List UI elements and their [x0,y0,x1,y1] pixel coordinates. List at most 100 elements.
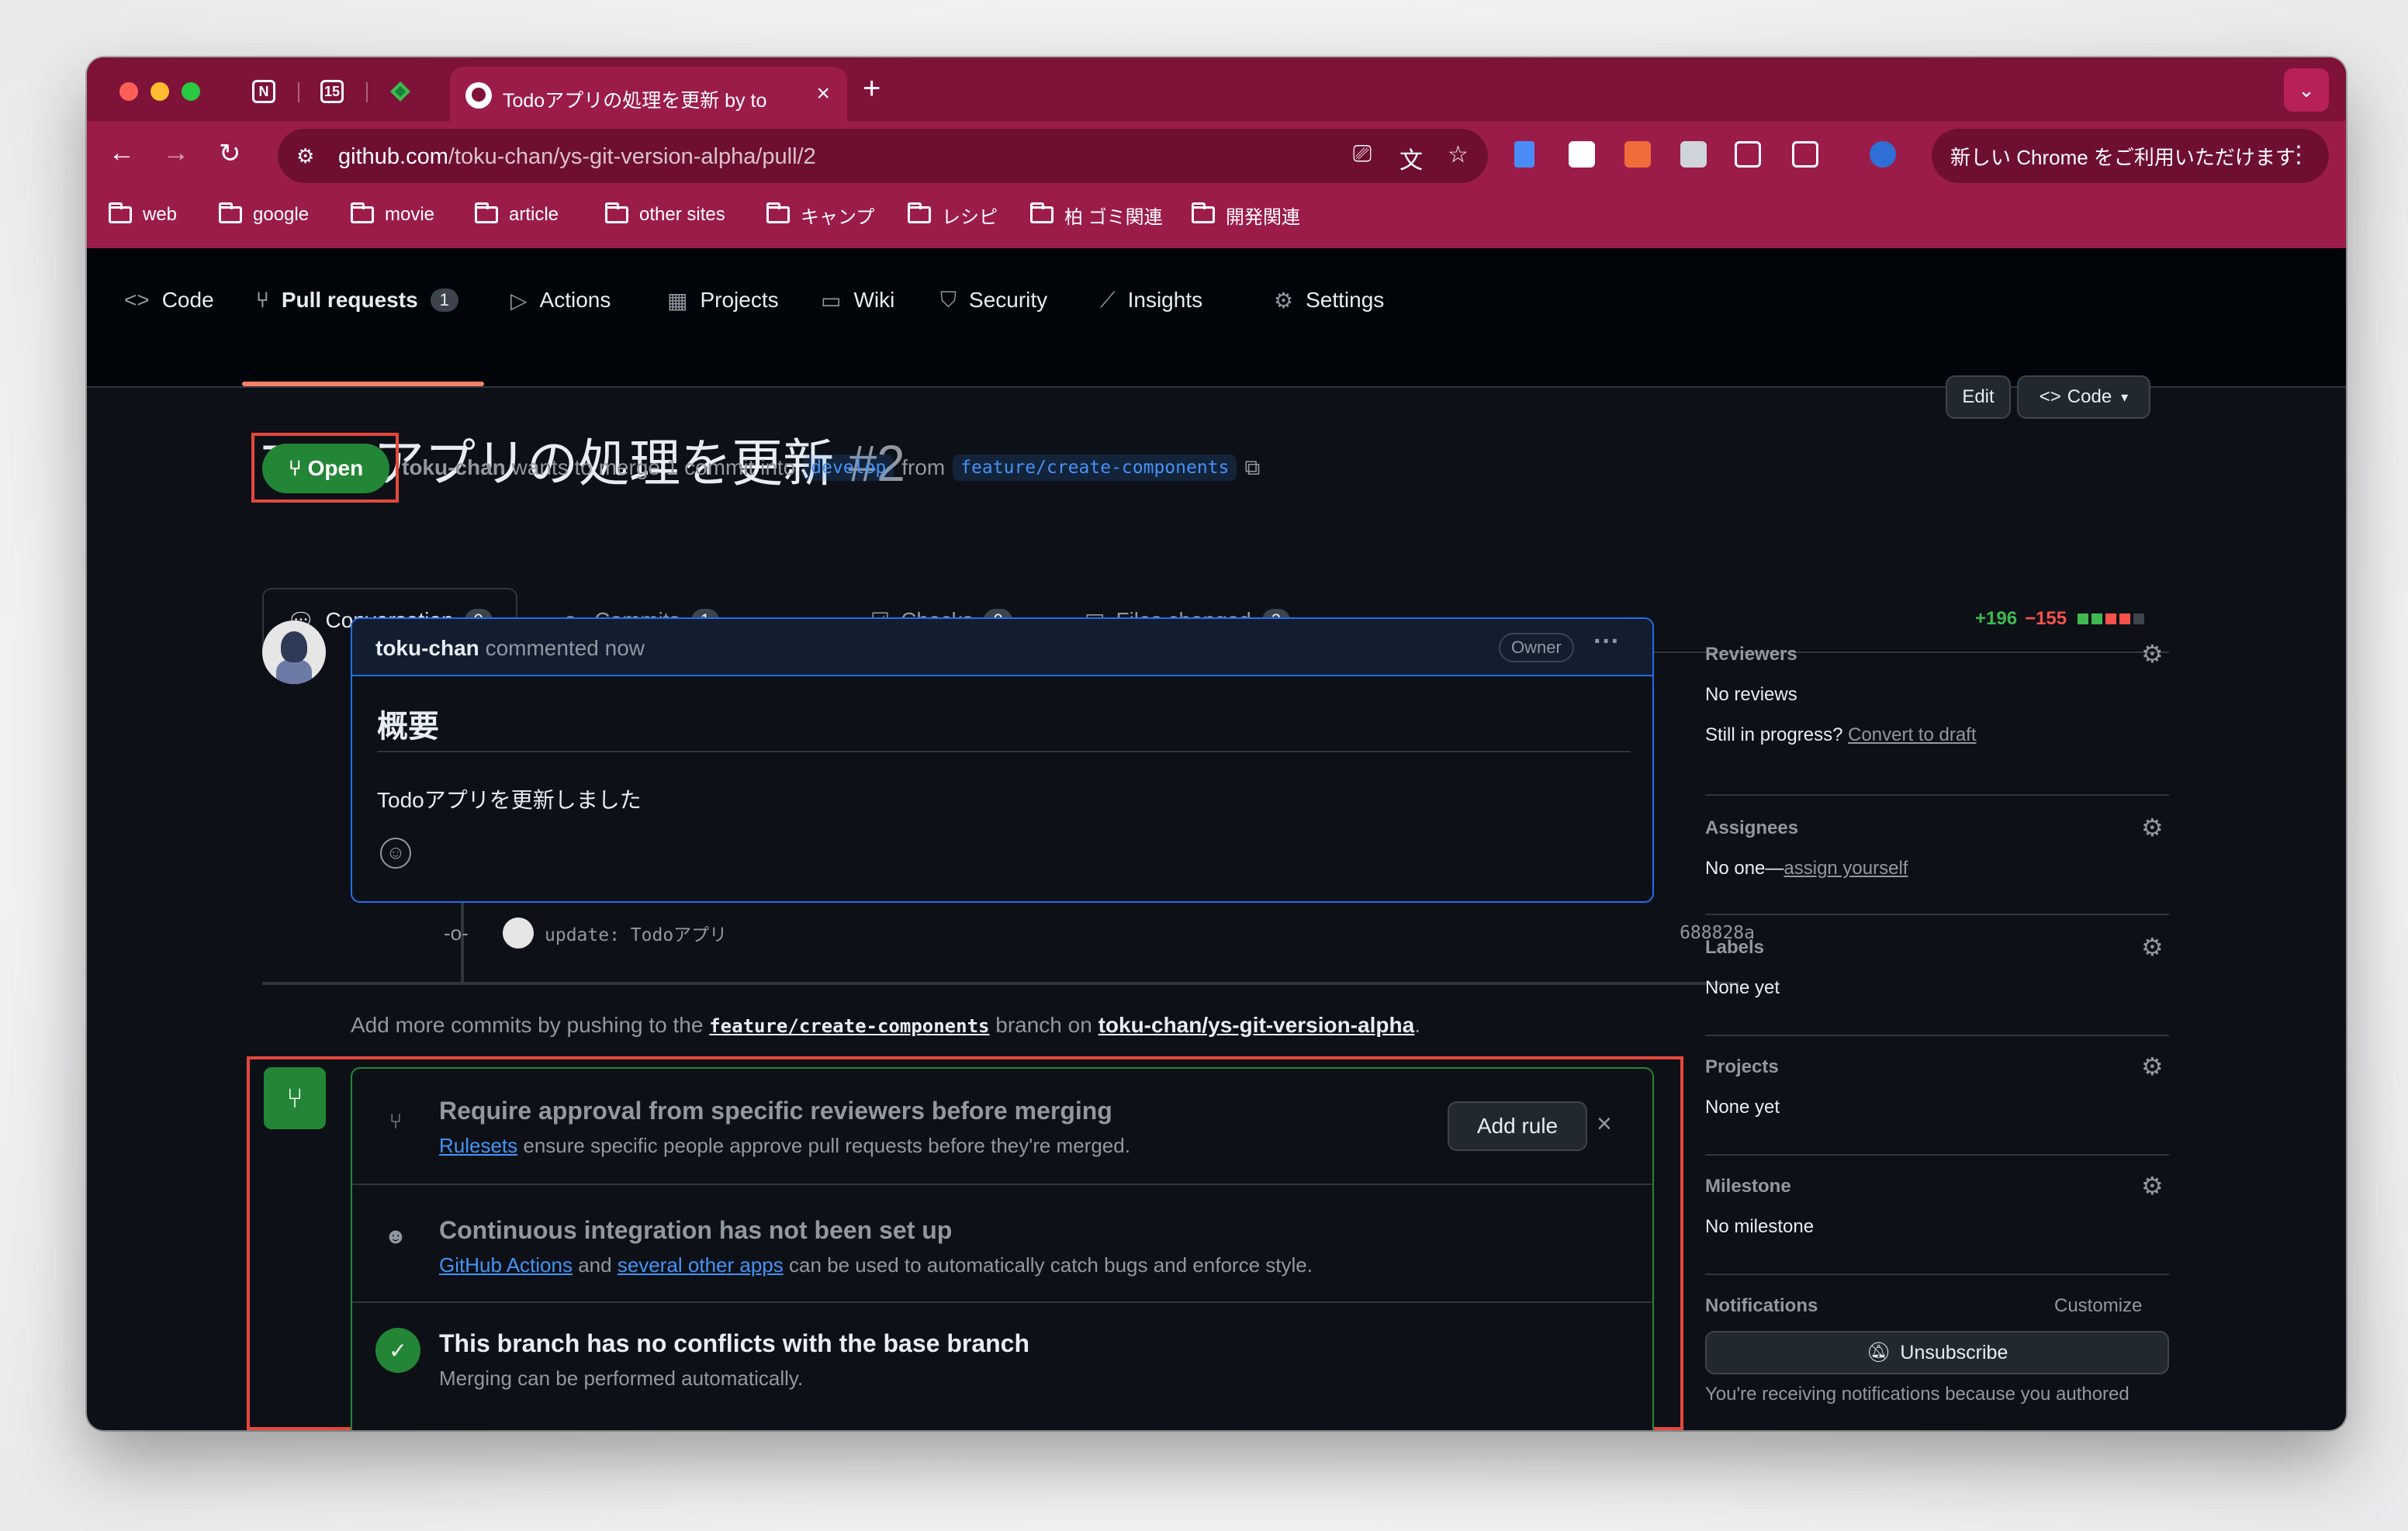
close-window-button[interactable] [119,82,138,101]
extension-icon[interactable] [1569,141,1595,168]
folder-icon [908,202,931,223]
extension-icon[interactable] [1514,141,1534,168]
bookmark-garbage[interactable]: 柏 ゴミ関連 [1030,202,1163,228]
tab-actions[interactable]: ▷ Actions [510,281,611,320]
timeline-divider [262,982,1739,985]
pinned-tab-calendar[interactable]: 15 [315,74,349,109]
tab-code[interactable]: <> Code [124,281,214,320]
extension-icon[interactable] [1624,141,1651,168]
back-button[interactable]: ← [109,138,135,168]
bookmark-web[interactable]: web [109,202,177,228]
active-tab[interactable]: Todoアプリの処理を更新 by tok × [450,67,847,123]
gear-icon[interactable]: ⚙ [2141,1171,2164,1201]
comment-author[interactable]: toku-chan [375,636,479,660]
caret-down-icon: ▾ [2121,389,2129,405]
comment-card: toku-chan commented now Owner ··· 概要 Tod… [351,617,1654,903]
ruleset-section: ⑂ Require approval from specific reviewe… [352,1069,1652,1185]
graph-icon: ⟋ [1100,287,1116,312]
close-icon[interactable]: × [1597,1109,1612,1139]
tab-settings[interactable]: ⚙ Settings [1274,281,1384,320]
avatar [503,918,534,949]
bookmark-movie[interactable]: movie [351,202,434,228]
tab-wiki[interactable]: ▭ Wiki [821,281,894,320]
rulesets-link[interactable]: Rulesets [439,1134,517,1157]
divider [1705,1035,2169,1036]
assign-yourself-link[interactable]: assign yourself [1784,858,1908,879]
chrome-update-button[interactable]: 新しい Chrome をご利用いただけます ⋮ [1932,129,2329,183]
kebab-menu-icon[interactable]: ⋮ [2287,141,2310,168]
diff-bar [2074,613,2145,624]
code-icon: <> [2039,386,2061,407]
customize-link[interactable]: Customize [2054,1295,2142,1317]
conflicts-title: This branch has no conflicts with the ba… [439,1329,1030,1357]
pinned-tab-app[interactable] [383,74,417,109]
gear-icon: ⚙ [1274,288,1294,313]
labels-label: Labels [1705,937,1765,958]
bookmark-recipe[interactable]: レシピ [908,202,998,228]
browser-chrome: N 15 Todoアプリの処理を更新 by tok × + ⌄ ← → ↻ ⚙ … [87,57,2346,248]
milestone-value: No milestone [1705,1216,1815,1237]
author-link[interactable]: toku-chan [402,455,506,480]
puzzle-icon[interactable] [1735,141,1761,168]
translate-icon[interactable]: 文 [1399,141,1423,175]
extension-icon[interactable] [1680,141,1707,168]
chrome-update-label: 新しい Chrome をご利用いただけます [1950,145,2296,169]
branch-link[interactable]: feature/create-components [709,1015,989,1037]
git-branch-icon: ⑂ [389,1109,403,1133]
bookmark-camp[interactable]: キャンプ [766,202,874,228]
unsubscribe-button[interactable]: 🔕︎ Unsubscribe [1705,1331,2169,1374]
notifications-label: Notifications [1705,1295,1818,1316]
divider [1705,794,2169,796]
site-info-icon[interactable]: ⚙ [296,144,314,168]
forward-button[interactable]: → [163,138,189,168]
tab-projects[interactable]: ▦ Projects [667,281,779,320]
install-app-icon[interactable]: ⎚ [1353,141,1372,168]
reload-button[interactable]: ↻ [219,138,241,169]
pinned-tab-notion[interactable]: N [247,74,281,109]
base-branch[interactable]: develop [803,454,894,481]
reviewers-label: Reviewers [1705,644,1797,665]
bell-slash-icon: 🔕︎ [1866,1341,1891,1363]
code-dropdown-button[interactable]: <> Code ▾ [2017,375,2150,419]
address-bar[interactable]: ⚙ github.com/toku-chan/ys-git-version-al… [278,129,1488,183]
commit-message[interactable]: update: Todoアプリ [545,920,727,946]
comment-heading: 概要 [377,710,439,744]
repo-link[interactable]: toku-chan/ys-git-version-alpha [1098,1013,1415,1037]
zoom-window-button[interactable] [182,82,200,101]
status-badge: ⑂ Open [262,444,389,493]
convert-to-draft-link[interactable]: Convert to draft [1848,724,1976,745]
add-rule-button[interactable]: Add rule [1448,1101,1587,1151]
avatar[interactable] [262,620,326,684]
edit-button[interactable]: Edit [1946,375,2011,419]
tab-insights[interactable]: ⟋ Insights [1100,281,1202,320]
side-panel-icon[interactable] [1792,141,1818,168]
gear-icon[interactable]: ⚙ [2141,813,2164,842]
bookmark-star-icon[interactable]: ☆ [1448,141,1469,168]
close-tab-icon[interactable]: × [816,81,830,107]
minimize-window-button[interactable] [150,82,169,101]
bookmark-other-sites[interactable]: other sites [605,202,725,228]
comment-header: toku-chan commented now Owner ··· [352,619,1652,676]
bookmark-google[interactable]: google [219,202,309,228]
tab-security[interactable]: ⛉ Security [940,281,1047,320]
browser-window: N 15 Todoアプリの処理を更新 by tok × + ⌄ ← → ↻ ⚙ … [87,57,2346,1430]
bookmark-dev[interactable]: 開発関連 [1192,202,1300,228]
tab-search-button[interactable]: ⌄ [2284,68,2329,112]
github-actions-link[interactable]: GitHub Actions [439,1253,573,1277]
bookmark-article[interactable]: article [475,202,559,228]
new-tab-button[interactable]: + [863,71,881,106]
code-icon: <> [124,288,150,312]
additions-count: +196 [1975,608,2018,629]
gear-icon[interactable]: ⚙ [2141,932,2164,962]
other-apps-link[interactable]: several other apps [618,1253,784,1277]
copy-icon[interactable]: ⧉ [1244,455,1260,481]
smiley-icon[interactable]: ☺ [380,838,411,869]
gear-icon[interactable]: ⚙ [2141,1052,2164,1081]
folder-icon [1030,202,1054,223]
tab-pull-requests[interactable]: ⑂ Pull requests 1 [256,281,458,320]
profile-avatar[interactable] [1870,141,1896,168]
gear-icon[interactable]: ⚙ [2141,639,2164,669]
head-branch[interactable]: feature/create-components [953,454,1237,481]
more-options-icon[interactable]: ··· [1593,627,1620,657]
diff-square [2105,613,2117,624]
